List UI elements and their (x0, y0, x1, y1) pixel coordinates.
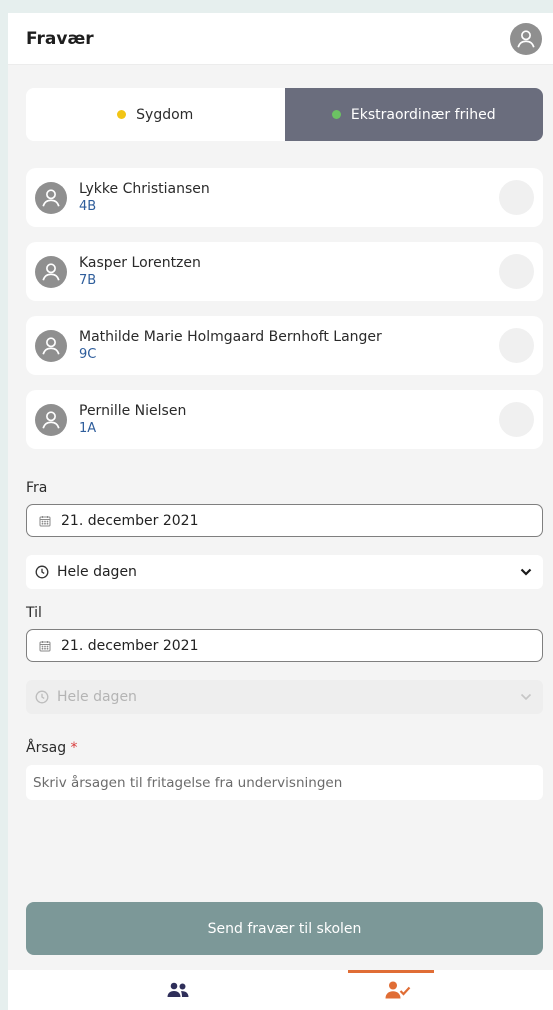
student-select-toggle[interactable] (499, 402, 534, 437)
student-class: 7B (79, 273, 97, 288)
chevron-down-icon (520, 693, 532, 701)
segment-ekstraordinaer-frihed-label: Ekstraordinær frihed (350, 106, 496, 123)
student-select-toggle[interactable] (499, 180, 534, 215)
app-screen: Fravær Sygdom Ekstraordinær frihed Lykke… (8, 13, 553, 1010)
student-card[interactable]: Kasper Lorentzen 7B (26, 242, 543, 301)
user-avatar-icon[interactable] (510, 23, 542, 55)
tab-absence[interactable] (308, 970, 488, 1010)
student-avatar-icon (35, 182, 67, 214)
segment-sygdom[interactable]: Sygdom (26, 88, 285, 141)
page-title: Fravær (26, 29, 94, 49)
tab-students[interactable] (88, 970, 268, 1010)
to-time-value: Hele dagen (57, 689, 137, 705)
yellow-dot-icon (117, 110, 127, 119)
clock-icon (35, 690, 49, 704)
student-name: Lykke Christiansen (79, 181, 210, 197)
from-time-select[interactable]: Hele dagen (26, 555, 543, 589)
send-absence-button-label: Send fravær til skolen (207, 920, 362, 937)
from-label: Fra (26, 480, 48, 496)
segment-ekstraordinaer-frihed[interactable]: Ekstraordinær frihed (284, 88, 543, 141)
absence-type-segmented-control: Sygdom Ekstraordinær frihed (26, 88, 543, 141)
student-card[interactable]: Lykke Christiansen 4B (26, 168, 543, 227)
to-label: Til (26, 605, 42, 621)
reason-input[interactable]: Skriv årsagen til fritagelse fra undervi… (26, 765, 543, 800)
green-dot-icon (331, 110, 341, 119)
segment-sygdom-label: Sygdom (136, 106, 194, 123)
required-marker: * (70, 740, 78, 756)
student-select-toggle[interactable] (499, 328, 534, 363)
student-class: 1A (79, 421, 97, 436)
top-bar: Fravær (8, 13, 553, 65)
send-absence-button[interactable]: Send fravær til skolen (26, 902, 543, 955)
from-time-value: Hele dagen (57, 564, 137, 580)
student-name: Pernille Nielsen (79, 403, 187, 419)
to-date-input[interactable]: 21. december 2021 (26, 629, 543, 662)
from-date-input[interactable]: 21. december 2021 (26, 504, 543, 537)
student-card[interactable]: Pernille Nielsen 1A (26, 390, 543, 449)
student-avatar-icon (35, 256, 67, 288)
bottom-tab-bar (8, 970, 553, 1010)
student-select-toggle[interactable] (499, 254, 534, 289)
student-name: Mathilde Marie Holmgaard Bernhoft Langer (79, 329, 382, 345)
student-card[interactable]: Mathilde Marie Holmgaard Bernhoft Langer… (26, 316, 543, 375)
from-date-value: 21. december 2021 (61, 512, 199, 529)
student-name: Kasper Lorentzen (79, 255, 201, 271)
to-time-select[interactable]: Hele dagen (26, 680, 543, 714)
student-class: 4B (79, 199, 97, 214)
calendar-icon (39, 640, 51, 651)
chevron-down-icon (520, 568, 532, 576)
student-avatar-icon (35, 330, 67, 362)
student-class: 9C (79, 347, 97, 362)
student-list: Lykke Christiansen 4B Kasper Lorentzen 7… (26, 168, 543, 464)
reason-label: Årsag * (26, 740, 78, 756)
reason-label-text: Årsag (26, 740, 67, 756)
clock-icon (35, 565, 49, 579)
user-check-icon (385, 981, 411, 999)
reason-placeholder: Skriv årsagen til fritagelse fra undervi… (33, 774, 343, 791)
calendar-icon (39, 515, 51, 526)
to-date-value: 21. december 2021 (61, 637, 199, 654)
student-avatar-icon (35, 404, 67, 436)
users-icon (167, 982, 189, 997)
